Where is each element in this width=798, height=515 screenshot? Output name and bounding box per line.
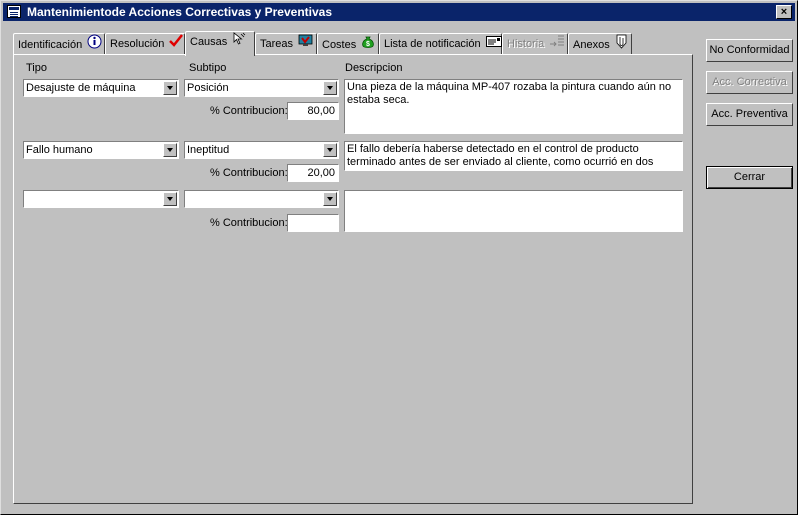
contribucion-label-3: % Contribucion:	[210, 217, 288, 229]
tipo-combo-1[interactable]: Desajuste de máquina	[23, 79, 179, 97]
tab-identificacion[interactable]: Identificación	[13, 33, 105, 54]
history-icon	[549, 34, 565, 54]
tab-costes[interactable]: Costes $	[317, 33, 379, 54]
chevron-down-icon[interactable]	[163, 192, 177, 206]
window-title: Mantenimientode Acciones Correctivas y P…	[27, 5, 333, 19]
tipo-combo-3[interactable]	[23, 190, 179, 208]
contribucion-input-1[interactable]: 80,00	[287, 102, 339, 120]
money-bag-icon: $	[361, 34, 375, 56]
contribucion-input-3[interactable]	[287, 214, 339, 232]
checkmark-icon	[169, 34, 184, 54]
info-icon	[87, 34, 102, 56]
acc-preventiva-button[interactable]: Acc. Preventiva	[706, 103, 793, 126]
subtipo-value-2: Ineptitud	[187, 144, 230, 156]
chevron-down-icon[interactable]	[163, 143, 177, 157]
pointer-icon	[232, 32, 246, 52]
chevron-down-icon[interactable]	[323, 192, 337, 206]
close-button[interactable]: ×	[776, 5, 792, 19]
contribucion-input-2[interactable]: 20,00	[287, 164, 339, 182]
no-conformidad-button[interactable]: No Conformidad	[706, 39, 793, 62]
subtipo-combo-2[interactable]: Ineptitud	[184, 141, 339, 159]
app-icon[interactable]	[7, 5, 21, 18]
tab-historia[interactable]: Historia	[502, 33, 568, 54]
subtipo-value-1: Posición	[187, 82, 229, 94]
title-bar[interactable]: Mantenimientode Acciones Correctivas y P…	[3, 3, 795, 21]
subtipo-combo-3[interactable]	[184, 190, 339, 208]
tipo-value-2: Fallo humano	[26, 144, 93, 156]
tab-lista-notificacion[interactable]: Lista de notificación	[379, 33, 502, 54]
attachment-icon	[615, 34, 628, 56]
subtipo-combo-1[interactable]: Posición	[184, 79, 339, 97]
col-header-descripcion: Descripcion	[345, 62, 403, 74]
descripcion-textarea-3[interactable]	[344, 190, 683, 232]
descripcion-textarea-1[interactable]: Una pieza de la máquina MP-407 rozaba la…	[344, 79, 683, 134]
main-window: Mantenimientode Acciones Correctivas y P…	[0, 0, 798, 515]
causas-panel: Tipo Subtipo Descripcion Desajuste de má…	[13, 54, 693, 504]
chevron-down-icon[interactable]	[323, 81, 337, 95]
tab-causas[interactable]: Causas	[185, 31, 255, 56]
chevron-down-icon[interactable]	[163, 81, 177, 95]
descripcion-textarea-2[interactable]: El fallo debería haberse detectado en el…	[344, 141, 683, 171]
chevron-down-icon[interactable]	[323, 143, 337, 157]
tasks-icon	[298, 34, 313, 54]
envelope-icon	[485, 34, 502, 54]
tab-resolucion[interactable]: Resolución	[105, 33, 185, 54]
tipo-combo-2[interactable]: Fallo humano	[23, 141, 179, 159]
acc-correctiva-button[interactable]: Acc. Correctiva	[706, 71, 793, 94]
contribucion-label-1: % Contribucion:	[210, 105, 288, 117]
tab-anexos[interactable]: Anexos	[568, 33, 632, 54]
tab-tareas[interactable]: Tareas	[255, 33, 317, 54]
cerrar-button[interactable]: Cerrar	[706, 166, 793, 189]
col-header-subtipo: Subtipo	[189, 62, 227, 74]
tipo-value-1: Desajuste de máquina	[26, 82, 136, 94]
col-header-tipo: Tipo	[26, 62, 47, 74]
svg-text:$: $	[366, 41, 370, 48]
contribucion-label-2: % Contribucion:	[210, 167, 288, 179]
